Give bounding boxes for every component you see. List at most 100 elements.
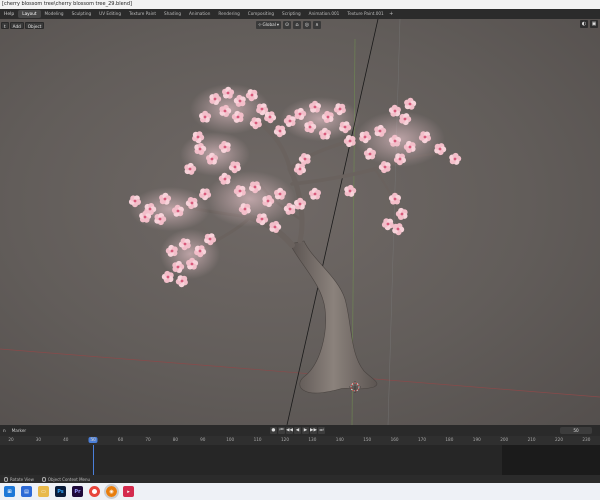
file-explorer-icon[interactable]: ▭ — [38, 486, 49, 497]
tab-compositing[interactable]: Compositing — [244, 10, 278, 18]
axes-icon: ⊹ — [258, 22, 262, 27]
jump-end-icon[interactable]: ⏭ — [318, 427, 325, 434]
blossom-flower — [344, 184, 357, 197]
ruler-tick: 190 — [472, 437, 481, 442]
blossom-flower — [264, 111, 277, 124]
tab-sculpting[interactable]: Sculpting — [68, 10, 96, 18]
blossom-flower — [293, 163, 306, 176]
blossom-flower — [392, 223, 405, 236]
viewport-shading-icon[interactable]: ◐ — [580, 20, 588, 28]
ruler-tick: 60 — [117, 437, 124, 442]
os-taskbar: ⊞ ▤ ▭ Ps Pr ◉ ▸ — [0, 483, 600, 500]
blender-icon[interactable]: ◉ — [104, 484, 119, 499]
proportional-edit-icon[interactable]: ◎ — [302, 21, 311, 29]
ruler-tick: 180 — [445, 437, 454, 442]
marker-menu[interactable]: Marker — [9, 428, 29, 433]
blossom-flower — [381, 218, 394, 231]
ruler-tick: 140 — [335, 437, 344, 442]
ruler-tick: 130 — [308, 437, 317, 442]
ruler-tick: 230 — [582, 437, 591, 442]
mouse-right-icon — [41, 476, 46, 482]
blossom-flower — [161, 270, 174, 283]
ruler-tick: 160 — [390, 437, 399, 442]
ruler-tick: 210 — [527, 437, 536, 442]
add-workspace-button[interactable]: + — [388, 11, 395, 18]
ruler-tick: 110 — [253, 437, 262, 442]
pivot-point-icon[interactable]: ⊙ — [282, 21, 291, 29]
ruler-tick: 220 — [555, 437, 563, 442]
blossom-flower — [175, 275, 188, 288]
tab-shading[interactable]: Shading — [160, 10, 185, 18]
tab-animation-001[interactable]: Animation.001 — [305, 10, 344, 18]
status-label: Object Context Menu — [47, 476, 91, 482]
store-icon[interactable]: ▤ — [21, 486, 32, 497]
frame-ruler[interactable]: 50 20 30 40 50 60 70 80 90 100 110 120 130 140 150 160… — [0, 436, 600, 445]
chrome-icon[interactable] — [89, 486, 100, 497]
transform-orientation-dropdown[interactable]: ⊹ Global ▾ — [256, 21, 281, 29]
ruler-tick: 80 — [172, 437, 179, 442]
ruler-tick: 30 — [35, 437, 42, 442]
tab-animation[interactable]: Animation — [185, 10, 214, 18]
blossom-flower — [449, 152, 462, 165]
status-rotate-view: Rotate View — [4, 476, 34, 482]
play-reverse-icon[interactable]: ◀ — [294, 427, 301, 434]
play-icon[interactable]: ▶ — [302, 427, 309, 434]
tab-rendering[interactable]: Rendering — [214, 10, 243, 18]
overlay-icon[interactable]: ▣ — [590, 20, 598, 28]
status-bar: Rotate View Object Context Menu — [0, 475, 600, 483]
snap-icon[interactable]: ⌂ — [292, 21, 301, 29]
window-title: [cherry blossom tree\cherry blossom tree… — [0, 0, 600, 9]
viewport-right-tools: ◐ ▣ — [580, 20, 598, 28]
windows-start-icon[interactable]: ⊞ — [4, 486, 15, 497]
blossom-flower — [298, 153, 311, 165]
add-menu-button[interactable]: Add — [9, 21, 24, 29]
ruler-tick: 200 — [500, 437, 509, 442]
ruler-tick: 40 — [63, 437, 69, 442]
ruler-tick: 20 — [8, 437, 14, 442]
3d-viewport[interactable]: t Add Object ⊹ Global ▾ ⊙ ⌂ ◎ ∧ ◐ ▣ — [0, 19, 600, 425]
record-icon[interactable]: ● — [270, 427, 277, 434]
viewport-scene[interactable] — [0, 19, 600, 425]
current-frame-field[interactable]: 50 — [560, 427, 592, 434]
mouse-middle-icon — [4, 476, 8, 482]
blossom-flower — [273, 125, 286, 138]
jump-start-icon[interactable]: ⏮ — [278, 427, 285, 434]
timeline-out-of-range — [502, 445, 600, 475]
ruler-tick: 150 — [363, 437, 372, 442]
falloff-icon[interactable]: ∧ — [312, 21, 321, 29]
step-back-icon[interactable]: ◀◀ — [286, 427, 293, 434]
blossom-flower — [404, 97, 417, 110]
ruler-tick: 90 — [200, 437, 206, 442]
tab-texture-paint-001[interactable]: Texture Paint.001 — [343, 10, 387, 18]
help-menu[interactable]: Help — [0, 12, 18, 17]
status-context-menu: Object Context Menu — [41, 476, 91, 482]
status-label: Rotate View — [10, 476, 34, 482]
timeline-body[interactable] — [0, 445, 600, 475]
ruler-tick: 100 — [226, 437, 235, 442]
chevron-down-icon: ▾ — [276, 22, 279, 27]
timeline-view-menu[interactable]: n — [0, 428, 9, 433]
pivot-snap-group: ⊙ ⌂ ◎ ∧ — [282, 21, 321, 29]
orientation-label: Global — [262, 22, 276, 27]
x-axis-line — [0, 348, 600, 398]
object-menu-button[interactable]: Object — [24, 21, 45, 29]
ruler-tick: 170 — [418, 437, 426, 442]
blossom-flower — [388, 104, 401, 117]
premiere-icon[interactable]: Pr — [72, 486, 83, 497]
tab-texture-paint[interactable]: Texture Paint — [125, 10, 160, 18]
transform-orientation-group: ⊹ Global ▾ ⊙ ⌂ ◎ ∧ — [256, 21, 321, 29]
extra-app-icon[interactable]: ▸ — [123, 486, 134, 497]
blossom-flower — [308, 187, 321, 200]
timeline-header: n Marker ● ⏮ ◀◀ ◀ ▶ ▶▶ ⏭ 50 — [0, 425, 600, 436]
photoshop-icon[interactable]: Ps — [55, 486, 66, 497]
tab-layout[interactable]: Layout — [18, 10, 41, 18]
playback-controls: ● ⏮ ◀◀ ◀ ▶ ▶▶ ⏭ — [270, 427, 325, 434]
tab-scripting[interactable]: Scripting — [278, 10, 305, 18]
ruler-tick: 120 — [281, 437, 289, 442]
step-forward-icon[interactable]: ▶▶ — [310, 427, 317, 434]
tab-modeling[interactable]: Modeling — [41, 10, 68, 18]
playhead-line[interactable] — [93, 445, 95, 475]
ruler-tick: 70 — [145, 437, 151, 442]
tab-uv-editing[interactable]: UV Editing — [95, 10, 125, 18]
toggle-button[interactable]: t — [1, 21, 9, 29]
